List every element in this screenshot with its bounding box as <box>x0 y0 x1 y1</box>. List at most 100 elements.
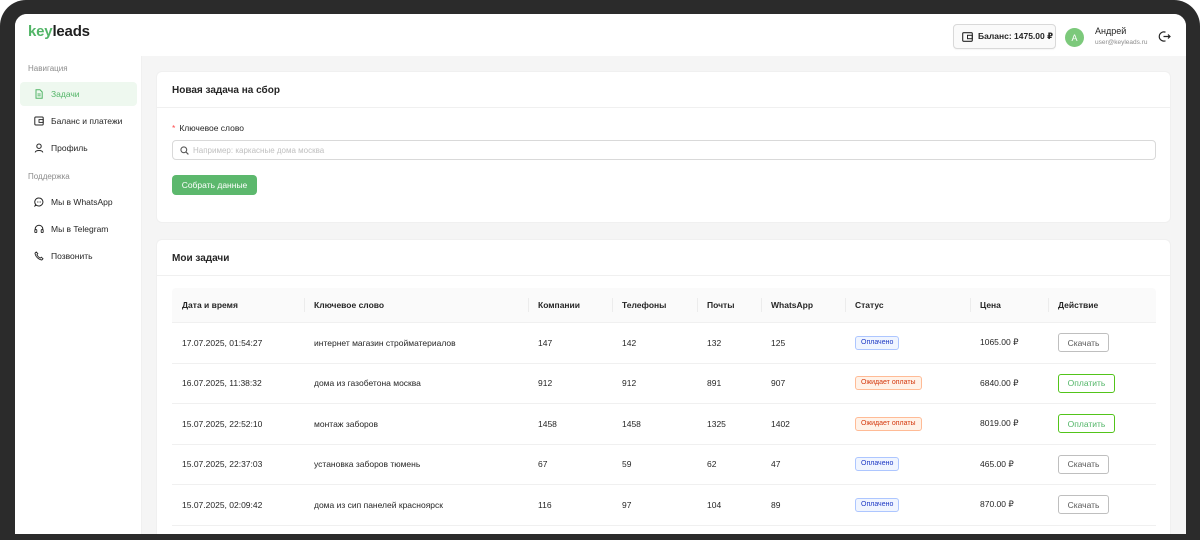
sidebar-item-label: Мы в Telegram <box>51 224 109 234</box>
sidebar-item-telegram[interactable]: Мы в Telegram <box>20 217 137 241</box>
my-tasks-card: Мои задачи Дата и время Ключевое слово К… <box>156 239 1171 534</box>
user-email: user@keyleads.ru <box>1095 39 1148 46</box>
cell-emails: 1325 <box>707 418 726 429</box>
cell-companies: 67 <box>538 459 548 470</box>
cell-price: 6840.00 ₽ <box>980 377 1019 388</box>
keyword-label: * Ключевое слово <box>172 123 244 133</box>
column-header-companies[interactable]: Компании <box>528 288 612 322</box>
table-row: 16.07.2025, 11:38:32 дома из газобетона … <box>172 364 1156 404</box>
sidebar-item-call[interactable]: Позвонить <box>20 244 137 268</box>
cell-datetime: 16.07.2025, 11:38:32 <box>182 378 262 389</box>
cell-emails: 62 <box>707 459 717 470</box>
cell-whatsapp: 125 <box>771 337 786 348</box>
cell-companies: 912 <box>538 378 553 389</box>
status-badge: Ожидает оплаты <box>855 376 922 391</box>
device-frame: keyleads Баланс: 1475.00 ₽ А Андрей user… <box>0 0 1200 540</box>
cell-keyword: установка заборов тюмень <box>314 459 421 470</box>
status-badge: Оплачено <box>855 497 900 512</box>
cell-keyword: дома из сип панелей красноярск <box>314 499 443 510</box>
avatar[interactable]: А <box>1065 28 1084 47</box>
sidebar-item-whatsapp[interactable]: Мы в WhatsApp <box>20 190 137 214</box>
cell-companies: 1458 <box>538 418 557 429</box>
table-header: Дата и время Ключевое слово Компании Тел… <box>172 288 1156 323</box>
cell-datetime: 15.07.2025, 22:52:10 <box>182 418 263 429</box>
collect-data-button[interactable]: Собрать данные <box>172 175 257 195</box>
sidebar-item-label: Позвонить <box>51 251 93 261</box>
logout-icon[interactable] <box>1158 30 1171 43</box>
cell-action: Оплатить <box>1048 414 1152 434</box>
sidebar-item-label: Профиль <box>51 143 88 153</box>
cell-action: Скачать <box>1048 333 1152 353</box>
cell-keyword: монтаж заборов <box>314 418 379 429</box>
cell-status: Оплачено <box>845 497 970 512</box>
cell-keyword: интернет магазин стройматериалов <box>314 337 456 348</box>
column-header-phones[interactable]: Телефоны <box>612 288 697 322</box>
sidebar-item-balance[interactable]: Баланс и платежи <box>20 109 137 133</box>
cell-phones: 1458 <box>622 418 641 429</box>
cell-emails: 891 <box>707 378 722 389</box>
sidebar: Навигация Задачи Баланс и платежи Профил… <box>15 56 142 534</box>
pay-button[interactable]: Оплатить <box>1058 373 1115 393</box>
wallet-icon <box>34 116 44 126</box>
table-row: 17.07.2025, 01:54:27 интернет магазин ст… <box>172 323 1156 364</box>
cell-whatsapp: 89 <box>771 499 781 510</box>
cell-action: Скачать <box>1048 495 1152 515</box>
column-header-action: Действие <box>1048 288 1152 322</box>
table-row: 15.07.2025, 22:52:10 монтаж заборов 1458… <box>172 404 1156 445</box>
required-mark: * <box>172 123 176 133</box>
cell-action: Скачать <box>1048 454 1152 474</box>
cell-status: Оплачено <box>845 335 970 350</box>
logo[interactable]: keyleads <box>28 23 90 40</box>
sidebar-item-label: Мы в WhatsApp <box>51 197 113 207</box>
keyword-input[interactable] <box>193 145 1133 155</box>
column-header-keyword[interactable]: Ключевое слово <box>304 288 528 322</box>
balance-button[interactable]: Баланс: 1475.00 ₽ <box>953 24 1056 49</box>
cell-phones: 912 <box>622 378 637 389</box>
tasks-table: Дата и время Ключевое слово Компании Тел… <box>172 288 1156 526</box>
download-button[interactable]: Скачать <box>1058 495 1109 515</box>
main-content: Новая задача на сбор *Ключевое слово Соб… <box>142 56 1186 534</box>
balance-label: Баланс: 1475.00 ₽ <box>978 31 1054 41</box>
pay-button[interactable]: Оплатить <box>1058 414 1115 434</box>
new-task-card: Новая задача на сбор *Ключевое слово Соб… <box>156 71 1171 223</box>
sidebar-item-profile[interactable]: Профиль <box>20 136 137 160</box>
divider <box>157 275 1170 276</box>
logo-part-leads: leads <box>52 23 90 40</box>
cell-status: Ожидает оплаты <box>845 416 970 431</box>
nav-heading: Навигация <box>28 64 68 73</box>
file-icon <box>35 89 43 99</box>
cell-datetime: 15.07.2025, 22:37:03 <box>182 459 263 470</box>
cell-emails: 104 <box>707 499 722 510</box>
column-header-status[interactable]: Статус <box>845 288 970 322</box>
download-button[interactable]: Скачать <box>1058 333 1109 353</box>
cell-phones: 142 <box>622 337 637 348</box>
sidebar-item-label: Задачи <box>51 89 80 99</box>
column-header-emails[interactable]: Почты <box>697 288 761 322</box>
cell-phones: 97 <box>622 499 632 510</box>
user-icon <box>34 143 44 153</box>
divider <box>157 107 1170 108</box>
keyword-field[interactable] <box>172 140 1156 160</box>
cell-price: 465.00 ₽ <box>980 458 1014 469</box>
chat-icon <box>34 197 44 207</box>
table-row: 15.07.2025, 22:37:03 установка заборов т… <box>172 445 1156 485</box>
column-header-whatsapp[interactable]: WhatsApp <box>761 288 845 322</box>
app-screen: keyleads Баланс: 1475.00 ₽ А Андрей user… <box>15 14 1186 534</box>
top-bar: keyleads Баланс: 1475.00 ₽ А Андрей user… <box>15 14 1186 56</box>
status-badge: Оплачено <box>855 335 900 350</box>
status-badge: Оплачено <box>855 457 900 472</box>
cell-whatsapp: 907 <box>771 378 786 389</box>
table-row: 15.07.2025, 02:09:42 дома из сип панелей… <box>172 485 1156 526</box>
cell-datetime: 15.07.2025, 02:09:42 <box>182 499 263 510</box>
cell-keyword: дома из газобетона москва <box>314 378 421 389</box>
column-header-datetime[interactable]: Дата и время <box>172 288 304 322</box>
cell-phones: 59 <box>622 459 632 470</box>
download-button[interactable]: Скачать <box>1058 454 1109 474</box>
cell-action: Оплатить <box>1048 373 1152 393</box>
search-icon <box>180 145 189 155</box>
cell-status: Ожидает оплаты <box>845 376 970 391</box>
cell-price: 8019.00 ₽ <box>980 418 1019 429</box>
column-header-price[interactable]: Цена <box>970 288 1048 322</box>
user-name: Андрей <box>1095 26 1127 36</box>
sidebar-item-tasks[interactable]: Задачи <box>20 82 137 106</box>
